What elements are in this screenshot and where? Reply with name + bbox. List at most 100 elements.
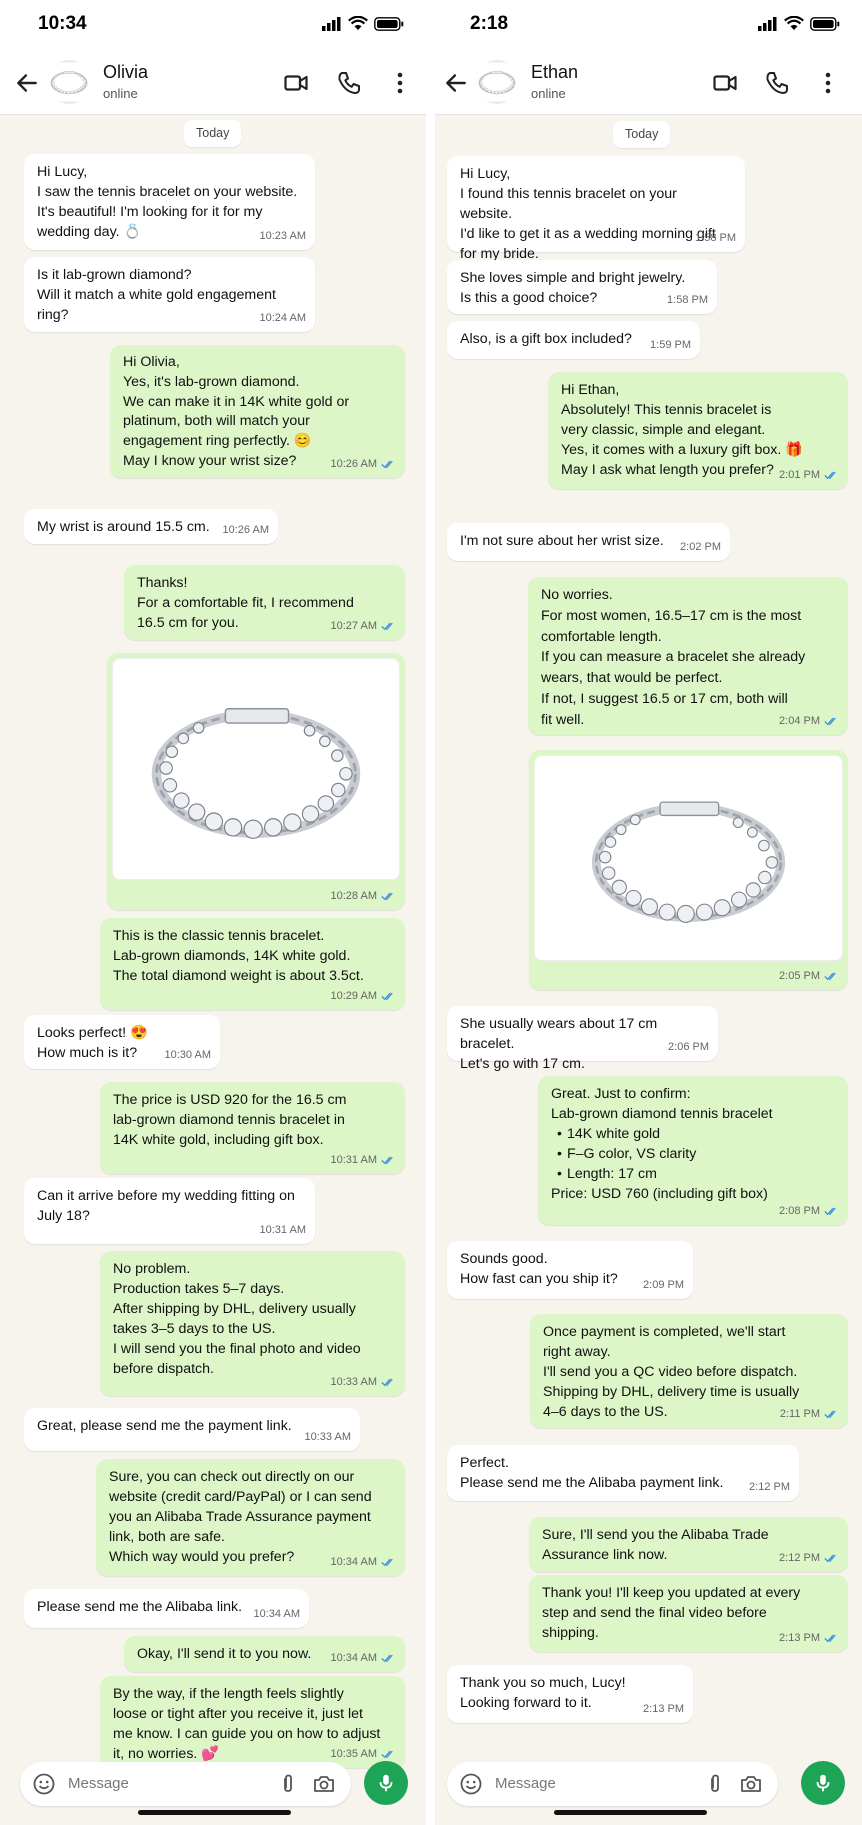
message-time: 10:31 AM bbox=[259, 1224, 306, 1236]
read-ticks-icon bbox=[824, 971, 839, 981]
status-time: 10:34 bbox=[38, 13, 87, 34]
message-incoming[interactable]: I'm not sure about her wrist size. 2:02 … bbox=[447, 523, 730, 561]
message-time: 2:11 PM bbox=[779, 1408, 820, 1420]
message-incoming[interactable]: Perfect. Please send me the Alibaba paym… bbox=[447, 1445, 799, 1501]
attachment-icon[interactable] bbox=[703, 1772, 727, 1796]
message-time: 10:34 AM bbox=[253, 1608, 300, 1620]
read-ticks-icon bbox=[824, 1553, 839, 1563]
read-ticks-icon bbox=[381, 991, 396, 1001]
message-incoming[interactable]: Please send me the Alibaba link. 10:34 A… bbox=[24, 1589, 309, 1628]
message-incoming[interactable]: Is it lab-grown diamond? Will it match a… bbox=[24, 257, 315, 332]
attachment-icon[interactable] bbox=[276, 1772, 300, 1796]
emoji-icon[interactable] bbox=[459, 1772, 483, 1796]
message-incoming[interactable]: Hi Lucy, I found this tennis bracelet on… bbox=[447, 156, 745, 262]
message-time: 10:34 AM bbox=[330, 1556, 377, 1568]
avatar[interactable] bbox=[475, 60, 519, 104]
image-message[interactable]: 2:05 PM bbox=[529, 750, 848, 990]
camera-icon[interactable] bbox=[312, 1772, 336, 1796]
wifi-icon bbox=[348, 16, 368, 30]
emoji-icon[interactable] bbox=[32, 1772, 56, 1796]
message-incoming[interactable]: Looks perfect! 😍 How much is it? 10:30 A… bbox=[24, 1015, 220, 1069]
message-time: 10:23 AM bbox=[259, 230, 306, 242]
video-call-icon[interactable] bbox=[712, 70, 738, 96]
read-ticks-icon bbox=[824, 1206, 839, 1216]
message-incoming[interactable]: Also, is a gift box included? 1:59 PM bbox=[447, 321, 700, 359]
message-input-placeholder[interactable]: Message bbox=[495, 1775, 556, 1792]
message-outgoing[interactable]: Sure, I'll send you the Alibaba Trade As… bbox=[529, 1517, 848, 1572]
read-ticks-icon bbox=[381, 1377, 396, 1387]
message-time: 2:06 PM bbox=[668, 1041, 709, 1053]
bracelet-avatar-icon bbox=[475, 60, 519, 104]
read-ticks-icon bbox=[824, 1409, 839, 1419]
phone-icon[interactable] bbox=[764, 70, 790, 96]
message-outgoing[interactable]: Hi Ethan, Absolutely! This tennis bracel… bbox=[548, 372, 848, 489]
message-time: 1:59 PM bbox=[650, 339, 691, 351]
message-outgoing[interactable]: By the way, if the length feels slightly… bbox=[100, 1676, 405, 1768]
message-text: Hi Lucy, I found this tennis bracelet on… bbox=[460, 166, 716, 262]
mic-button[interactable] bbox=[364, 1761, 408, 1805]
video-call-icon[interactable] bbox=[283, 70, 309, 96]
message-outgoing[interactable]: Okay, I'll send it to you now. 10:34 AM bbox=[124, 1636, 405, 1672]
message-outgoing[interactable]: Thank you! I'll keep you updated at ever… bbox=[529, 1575, 848, 1652]
message-time: 2:09 PM bbox=[643, 1279, 684, 1291]
read-ticks-icon bbox=[381, 891, 396, 901]
avatar[interactable] bbox=[47, 60, 91, 104]
message-time: 2:08 PM bbox=[779, 1205, 820, 1217]
message-time: 2:02 PM bbox=[680, 541, 721, 553]
message-list: Today Hi Lucy, I saw the tennis bracelet… bbox=[0, 116, 426, 1768]
signal-icon bbox=[758, 16, 777, 31]
more-options-icon[interactable] bbox=[815, 70, 841, 96]
status-time: 2:18 bbox=[470, 13, 509, 34]
message-incoming[interactable]: Sounds good. How fast can you ship it? 2… bbox=[447, 1241, 693, 1299]
phone-icon[interactable] bbox=[336, 70, 362, 96]
chat-header: Ethan online bbox=[435, 50, 862, 115]
contact-name[interactable]: Olivia bbox=[103, 62, 148, 83]
status-bar: 2:18 bbox=[435, 0, 862, 50]
back-arrow-icon[interactable] bbox=[443, 70, 469, 96]
message-incoming[interactable]: She loves simple and bright jewelry. Is … bbox=[447, 260, 717, 314]
message-incoming[interactable]: My wrist is around 15.5 cm. 10:26 AM bbox=[24, 509, 278, 544]
message-time: 10:27 AM bbox=[330, 620, 377, 632]
message-time: 2:04 PM bbox=[779, 715, 820, 727]
message-outgoing[interactable]: Thanks! For a comfortable fit, I recomme… bbox=[124, 565, 405, 640]
message-composer[interactable]: Message bbox=[447, 1762, 778, 1806]
message-time: 10:34 AM bbox=[330, 1652, 377, 1664]
chat-panel-ethan: 2:18 Ethan online Today Hi Lucy, I found… bbox=[435, 0, 862, 1825]
message-input-placeholder[interactable]: Message bbox=[68, 1775, 129, 1792]
mic-button[interactable] bbox=[801, 1761, 845, 1805]
message-outgoing[interactable]: The price is USD 920 for the 16.5 cm lab… bbox=[100, 1082, 405, 1174]
message-outgoing[interactable]: This is the classic tennis bracelet. Lab… bbox=[100, 918, 405, 1010]
message-outgoing[interactable]: No problem. Production takes 5–7 days. A… bbox=[100, 1251, 405, 1396]
message-outgoing[interactable]: Sure, you can check out directly on our … bbox=[96, 1459, 405, 1576]
message-text: This is the classic tennis bracelet. Lab… bbox=[113, 928, 364, 984]
camera-icon[interactable] bbox=[739, 1772, 763, 1796]
contact-name[interactable]: Ethan bbox=[531, 62, 578, 83]
chat-header: Olivia online bbox=[0, 50, 426, 115]
home-indicator bbox=[138, 1810, 291, 1815]
message-composer[interactable]: Message bbox=[20, 1762, 351, 1806]
message-time: 2:13 PM bbox=[643, 1703, 684, 1715]
signal-icon bbox=[322, 16, 341, 31]
message-time: 10:24 AM bbox=[259, 312, 306, 324]
message-time: 2:01 PM bbox=[779, 469, 820, 481]
message-time: 10:26 AM bbox=[330, 458, 377, 470]
message-time: 10:33 AM bbox=[304, 1431, 351, 1443]
message-incoming[interactable]: Can it arrive before my wedding fitting … bbox=[24, 1178, 315, 1244]
message-incoming[interactable]: Thank you so much, Lucy! Looking forward… bbox=[447, 1665, 693, 1723]
message-outgoing[interactable]: Once payment is completed, we'll start r… bbox=[530, 1314, 848, 1428]
tennis-bracelet-image bbox=[113, 659, 399, 879]
message-time: 2:12 PM bbox=[749, 1481, 790, 1493]
message-incoming[interactable]: She usually wears about 17 cm bracelet. … bbox=[447, 1006, 718, 1072]
bracelet-avatar-icon bbox=[47, 60, 91, 104]
message-outgoing[interactable]: Great. Just to confirm: Lab-grown diamon… bbox=[538, 1076, 848, 1225]
message-time: 10:26 AM bbox=[222, 524, 269, 536]
back-arrow-icon[interactable] bbox=[14, 70, 40, 96]
message-incoming[interactable]: Hi Lucy, I saw the tennis bracelet on yo… bbox=[24, 154, 315, 250]
message-time: 2:13 PM bbox=[779, 1632, 820, 1644]
message-outgoing[interactable]: No worries. For most women, 16.5–17 cm i… bbox=[528, 577, 848, 735]
image-message[interactable]: 10:28 AM bbox=[107, 653, 405, 910]
more-options-icon[interactable] bbox=[387, 70, 413, 96]
message-outgoing[interactable]: Hi Olivia, Yes, it's lab-grown diamond. … bbox=[110, 345, 405, 478]
list-item: 14K white gold bbox=[557, 1124, 835, 1144]
message-incoming[interactable]: Great, please send me the payment link. … bbox=[24, 1408, 360, 1451]
